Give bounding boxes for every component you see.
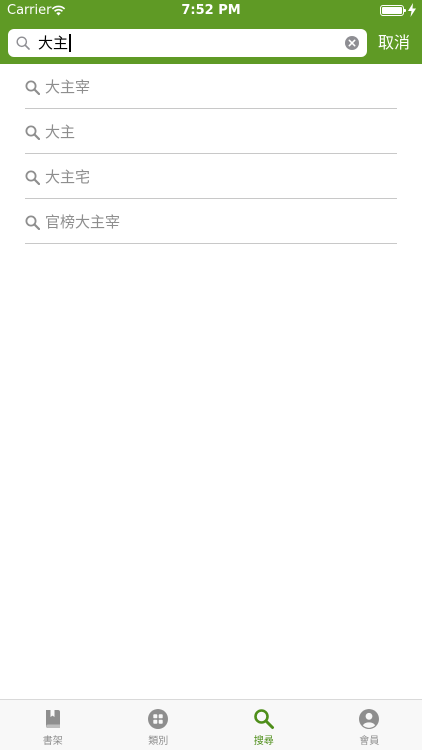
tab-categories[interactable]: 類別 (106, 700, 212, 750)
search-icon (16, 36, 30, 50)
search-query: 大主 (38, 34, 69, 52)
search-icon (253, 709, 274, 729)
cancel-button[interactable]: 取消 (378, 31, 418, 55)
suggestion-list: 大主宰 大主 大主宅 官榜大主宰 (25, 64, 397, 244)
user-icon (359, 709, 380, 729)
tab-bookshelf[interactable]: 書架 (0, 700, 106, 750)
search-icon (25, 125, 40, 140)
charging-bolt-icon (408, 3, 416, 17)
status-time: 7:52 PM (181, 3, 241, 18)
suggestion-item[interactable]: 官榜大主宰 (25, 199, 397, 244)
search-icon (25, 170, 40, 185)
tab-bar: 書架 類別 搜尋 會員 (0, 699, 422, 750)
tab-search[interactable]: 搜尋 (211, 700, 317, 750)
book-icon (45, 710, 60, 728)
tab-label: 書架 (42, 736, 63, 747)
suggestion-label: 大主宅 (45, 168, 91, 186)
tab-member[interactable]: 會員 (317, 700, 422, 750)
suggestion-label: 官榜大主宰 (45, 213, 121, 231)
suggestion-item[interactable]: 大主 (25, 109, 397, 154)
navigation-header: Carrier 7:52 PM 大主 取消 (0, 0, 422, 64)
tab-label: 會員 (359, 736, 380, 747)
status-bar: Carrier 7:52 PM (0, 0, 422, 22)
search-icon (25, 80, 40, 95)
suggestion-label: 大主宰 (45, 78, 91, 96)
tab-label: 搜尋 (253, 736, 274, 747)
search-box[interactable]: 大主 (8, 29, 367, 57)
suggestion-label: 大主 (45, 123, 76, 141)
clear-icon[interactable] (345, 36, 359, 50)
search-icon (25, 215, 40, 230)
search-input[interactable]: 大主 (38, 34, 72, 52)
battery-icon (380, 5, 406, 16)
suggestion-item[interactable]: 大主宰 (25, 64, 397, 109)
text-caret (69, 34, 72, 52)
suggestion-item[interactable]: 大主宅 (25, 154, 397, 199)
tab-label: 類別 (148, 736, 169, 747)
grid-icon (148, 709, 169, 729)
